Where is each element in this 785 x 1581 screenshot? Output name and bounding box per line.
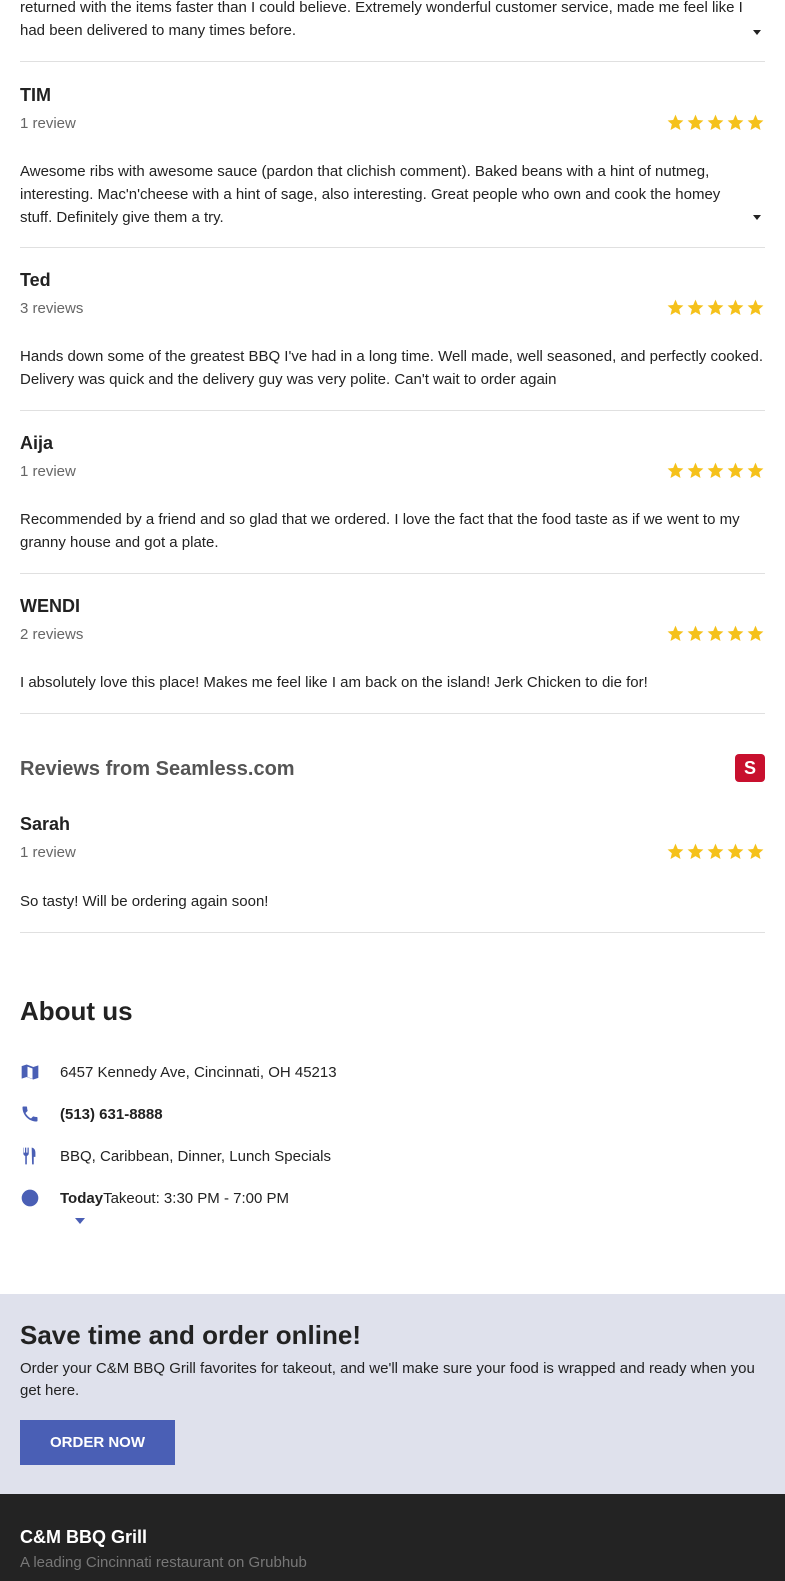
star-icon	[727, 462, 744, 479]
star-rating	[666, 113, 765, 132]
star-icon	[687, 114, 704, 131]
star-icon	[707, 843, 724, 860]
review-text: Hands down some of the greatest BBQ I've…	[20, 348, 763, 388]
hours-row[interactable]: Today Takeout: 3:30 PM - 7:00 PM	[20, 1188, 289, 1208]
reviewer-review-count: 1 review	[20, 115, 76, 132]
review-card: Sarah 1 review So tasty! Will be orderin…	[20, 814, 765, 933]
promo-text: Order your C&M BBQ Grill favorites for t…	[20, 1360, 755, 1399]
reviewer-review-count: 1 review	[20, 844, 76, 861]
restaurant-phone[interactable]: (513) 631-8888	[60, 1106, 163, 1123]
star-icon	[747, 114, 764, 131]
reviewer-review-count: 2 reviews	[20, 626, 84, 643]
star-icon	[747, 843, 764, 860]
phone-row: (513) 631-8888	[20, 1104, 163, 1124]
hours-text: Takeout: 3:30 PM - 7:00 PM	[103, 1189, 289, 1207]
footer-restaurant-name: C&M BBQ Grill	[20, 1527, 148, 1547]
review-card: TIM 1 review Awesome ribs with awesome s…	[20, 62, 765, 248]
phone-icon	[20, 1104, 40, 1124]
star-icon	[687, 843, 704, 860]
star-icon	[667, 299, 684, 316]
hours-expand-caret-icon[interactable]	[75, 1218, 85, 1224]
reviewer-name: Ted	[20, 270, 51, 290]
star-icon	[667, 114, 684, 131]
star-icon	[687, 462, 704, 479]
address-row: 6457 Kennedy Ave, Cincinnati, OH 45213	[20, 1062, 337, 1082]
review-card: Ted 3 reviews Hands down some of the gre…	[20, 248, 765, 411]
star-icon	[747, 462, 764, 479]
star-icon	[747, 299, 764, 316]
reviewer-name: TIM	[20, 85, 51, 105]
footer-tagline: A leading Cincinnati restaurant on Grubh…	[20, 1554, 307, 1571]
promo-title: Save time and order online!	[20, 1320, 361, 1350]
star-icon	[727, 843, 744, 860]
restaurant-address[interactable]: 6457 Kennedy Ave, Cincinnati, OH 45213	[60, 1064, 337, 1081]
star-icon	[707, 299, 724, 316]
star-icon	[687, 299, 704, 316]
star-rating	[666, 842, 765, 861]
star-icon	[667, 462, 684, 479]
review-card: WENDI 2 reviews I absolutely love this p…	[20, 574, 765, 714]
order-online-banner: Save time and order online! Order your C…	[0, 1294, 785, 1494]
hours-day: Today	[60, 1189, 104, 1207]
seamless-logo: S	[735, 754, 765, 782]
reviewer-review-count: 1 review	[20, 463, 76, 480]
star-rating	[666, 624, 765, 643]
review-card: Aija 1 review Recommended by a friend an…	[20, 411, 765, 574]
star-icon	[707, 462, 724, 479]
about-us-heading: About us	[20, 996, 133, 1026]
star-icon	[727, 625, 744, 642]
star-icon	[707, 114, 724, 131]
footer: C&M BBQ Grill A leading Cincinnati resta…	[0, 1494, 785, 1581]
star-rating	[666, 461, 765, 480]
star-icon	[727, 114, 744, 131]
reviewer-name: Sarah	[20, 814, 71, 834]
star-icon	[667, 625, 684, 642]
star-icon	[687, 625, 704, 642]
expand-caret-icon[interactable]	[753, 215, 761, 220]
seamless-reviews-header: Reviews from Seamless.com S	[20, 714, 765, 814]
star-rating	[666, 298, 765, 317]
restaurant-cuisines: BBQ, Caribbean, Dinner, Lunch Specials	[60, 1147, 331, 1165]
review-text: I absolutely love this place! Makes me f…	[20, 674, 648, 691]
star-icon	[747, 625, 764, 642]
review-card: returned with the items faster than I co…	[20, 0, 765, 62]
reviewer-review-count: 3 reviews	[20, 300, 84, 317]
order-now-button[interactable]: ORDER NOW	[20, 1420, 175, 1465]
review-text: returned with the items faster than I co…	[20, 0, 743, 39]
map-icon	[20, 1062, 40, 1082]
cuisine-row: BBQ, Caribbean, Dinner, Lunch Specials	[20, 1146, 331, 1166]
star-icon	[667, 843, 684, 860]
seamless-reviews-title: Reviews from Seamless.com	[20, 758, 295, 780]
utensils-icon	[20, 1146, 40, 1166]
reviewer-name: Aija	[20, 433, 54, 453]
review-text: So tasty! Will be ordering again soon!	[20, 893, 269, 910]
star-icon	[707, 625, 724, 642]
reviewer-name: WENDI	[20, 596, 80, 616]
star-icon	[727, 299, 744, 316]
clock-icon	[20, 1188, 40, 1208]
expand-caret-icon[interactable]	[753, 30, 761, 35]
review-text: Awesome ribs with awesome sauce (pardon …	[20, 163, 721, 226]
review-text: Recommended by a friend and so glad that…	[20, 511, 740, 551]
